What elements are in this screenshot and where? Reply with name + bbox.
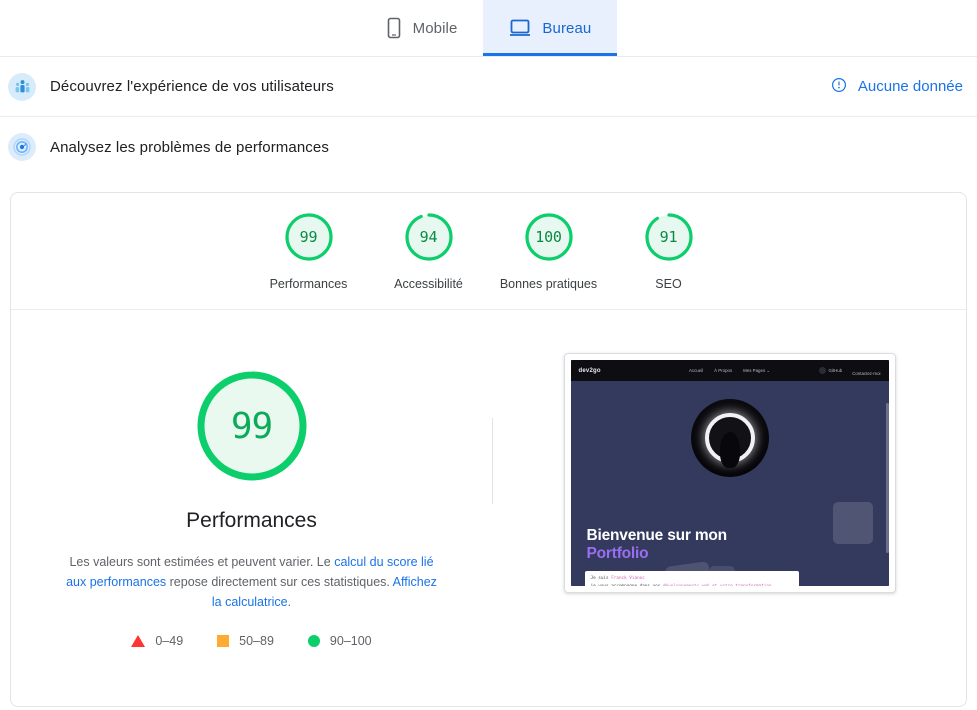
score-disclaimer: Les valeurs sont estimées et peuvent var…	[66, 552, 438, 612]
disclaimer-part2: repose directement sur ces statistiques.	[166, 575, 393, 589]
desktop-icon	[509, 19, 531, 37]
site-nav-link-a-propos: À Propos	[714, 368, 733, 373]
site-navbar: dev2go Accueil À Propos Mes Pages ⌄ GitH…	[570, 360, 889, 381]
info-icon[interactable]	[831, 77, 847, 97]
site-heading-line1: Bienvenue sur mon	[586, 527, 728, 544]
category-gauge-row: 99 Performances 94 Accessibilité 100 Bon…	[11, 193, 966, 310]
gauge-ring: 99	[283, 211, 335, 263]
site-logo: dev2go	[578, 367, 601, 374]
site-hero: Bienvenue sur mon Portfolio Je suis Fran…	[570, 381, 889, 586]
page-screenshot-area: dev2go Accueil À Propos Mes Pages ⌄ GitH…	[493, 344, 966, 648]
radar-icon	[8, 133, 36, 161]
performance-gauge: 99	[194, 368, 310, 484]
site-nav-links: Accueil À Propos Mes Pages ⌄	[689, 368, 770, 374]
disclaimer-part1: Les valeurs sont estimées et peuvent var…	[69, 555, 335, 569]
legend-range: 90–100	[329, 634, 372, 648]
performance-score: 99	[230, 405, 273, 447]
site-nav-link-mes-pages: Mes Pages ⌄	[743, 367, 771, 373]
gauge-label: Bonnes pratiques	[499, 277, 598, 291]
gauge-ring: 91	[643, 211, 695, 263]
gauge-score: 94	[419, 228, 438, 246]
gauge-performances[interactable]: 99 Performances	[249, 211, 369, 291]
disclaimer-part3: .	[287, 595, 292, 609]
score-legend: 0–49 50–89 90–100	[131, 634, 372, 648]
site-github-label: GitHub	[828, 368, 843, 373]
users-icon	[8, 72, 36, 101]
legend-item-good: 90–100	[307, 634, 372, 648]
tab-bureau-label: Bureau	[542, 19, 592, 37]
tab-bureau[interactable]: Bureau	[483, 0, 618, 56]
screenshot-frame: dev2go Accueil À Propos Mes Pages ⌄ GitH…	[563, 353, 896, 593]
gauge-label: Accessibilité	[394, 277, 463, 291]
gauge-score: 100	[535, 228, 562, 246]
site-nav-link-accueil: Accueil	[688, 368, 704, 373]
gauge-ring: 100	[523, 211, 575, 263]
site-scrollbar	[885, 403, 889, 553]
avatar-silhouette	[719, 432, 740, 468]
site-avatar	[690, 399, 769, 477]
performance-detail: 99 Performances Les valeurs sont estimée…	[11, 310, 966, 648]
legend-item-poor: 0–49	[131, 634, 183, 648]
legend-item-average: 50–89	[217, 634, 274, 648]
site-decor-shape-2	[708, 566, 735, 586]
site-decor-shape-1	[663, 561, 712, 586]
gauge-label: Performances	[269, 277, 348, 291]
tab-mobile-label: Mobile	[412, 19, 458, 37]
phone-icon	[386, 17, 402, 39]
circle-icon	[307, 635, 320, 647]
lab-data-title: Analysez les problèmes de performances	[50, 138, 329, 156]
triangle-icon	[131, 635, 146, 647]
platform-tabbar: Mobile Bureau	[0, 0, 977, 57]
gauge-score: 99	[299, 228, 318, 246]
lab-data-section: Analysez les problèmes de performances	[0, 117, 977, 177]
site-github-button: GitHub	[818, 367, 843, 374]
field-data-title: Découvrez l'expérience de vos utilisateu…	[50, 78, 334, 95]
github-icon	[818, 367, 826, 374]
gauge-ring: 94	[403, 211, 455, 263]
lighthouse-results-card: 99 Performances 94 Accessibilité 100 Bon…	[10, 192, 967, 707]
gauge-label: SEO	[655, 277, 682, 291]
field-data-status: Aucune donnée	[831, 77, 963, 97]
field-data-section: Découvrez l'expérience de vos utilisateu…	[0, 57, 977, 117]
site-heading-line2: Portfolio	[586, 545, 649, 562]
gauge-bonnes-pratiques[interactable]: 100 Bonnes pratiques	[489, 211, 609, 291]
legend-range: 0–49	[155, 634, 184, 648]
performance-label: Performances	[186, 509, 317, 532]
performance-summary: 99 Performances Les valeurs sont estimée…	[11, 344, 492, 648]
gauge-seo[interactable]: 91 SEO	[609, 211, 729, 291]
tab-mobile[interactable]: Mobile	[360, 0, 484, 56]
site-contact-label: Contactez-moi	[852, 370, 881, 376]
gauge-accessibilite[interactable]: 94 Accessibilité	[369, 211, 489, 291]
legend-range: 50–89	[239, 634, 274, 648]
page-screenshot[interactable]: dev2go Accueil À Propos Mes Pages ⌄ GitH…	[570, 360, 889, 586]
site-nav-right: GitHub Contactez-moi	[818, 362, 881, 380]
square-icon	[217, 635, 230, 647]
site-contact-button: Contactez-moi	[852, 362, 880, 380]
no-data-label[interactable]: Aucune donnée	[858, 78, 963, 95]
site-floating-card	[832, 502, 873, 544]
gauge-score: 91	[659, 228, 678, 246]
